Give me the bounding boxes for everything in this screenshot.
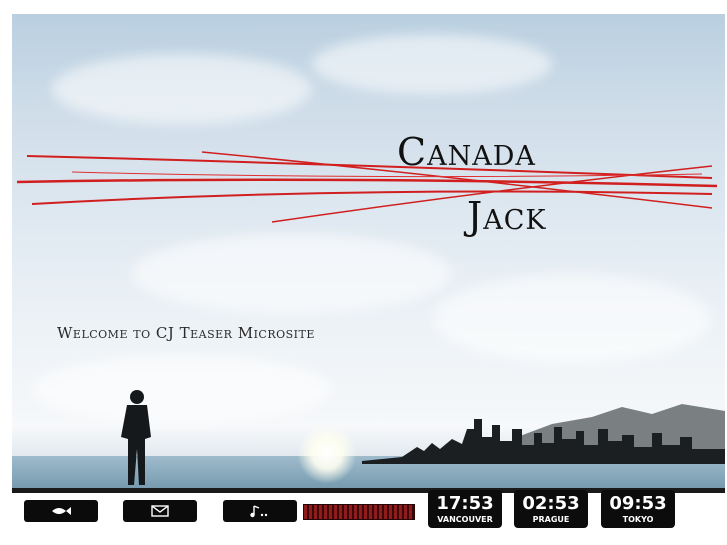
email-button[interactable]: [123, 500, 197, 522]
hero-scene: Canada Jack Welcome to CJ Teaser Microsi…: [12, 14, 725, 544]
logo-swoosh: [16, 151, 718, 223]
clock-city: VANCOUVER: [437, 515, 493, 524]
city-skyline: [362, 404, 725, 464]
welcome-text: Welcome to CJ Teaser Microsite: [57, 324, 315, 342]
fish-button[interactable]: [24, 500, 98, 522]
volume-level-meter[interactable]: [303, 504, 415, 520]
brand-title-line1: Canada: [397, 130, 536, 174]
clock-time: 09:53: [609, 493, 667, 514]
cloud: [32, 354, 332, 424]
clock-prague: 02:53 PRAGUE: [514, 490, 588, 528]
brand-title-line2: Jack: [467, 194, 547, 238]
cloud: [432, 274, 712, 364]
clock-time: 02:53: [522, 493, 580, 514]
fish-icon: [52, 507, 71, 515]
envelope-icon: [151, 505, 169, 517]
cloud: [132, 234, 452, 314]
music-button[interactable]: [223, 500, 297, 522]
cloud: [52, 54, 312, 124]
cloud: [312, 34, 552, 94]
person-silhouette: [121, 390, 151, 485]
clock-city: PRAGUE: [532, 515, 570, 524]
clock-vancouver: 17:53 VANCOUVER: [428, 490, 502, 528]
music-note-icon: [250, 505, 268, 518]
sun: [297, 424, 357, 484]
clock-tokyo: 09:53 TOKYO: [601, 490, 675, 528]
clock-time: 17:53: [436, 493, 494, 514]
clock-city: TOKYO: [622, 515, 654, 524]
